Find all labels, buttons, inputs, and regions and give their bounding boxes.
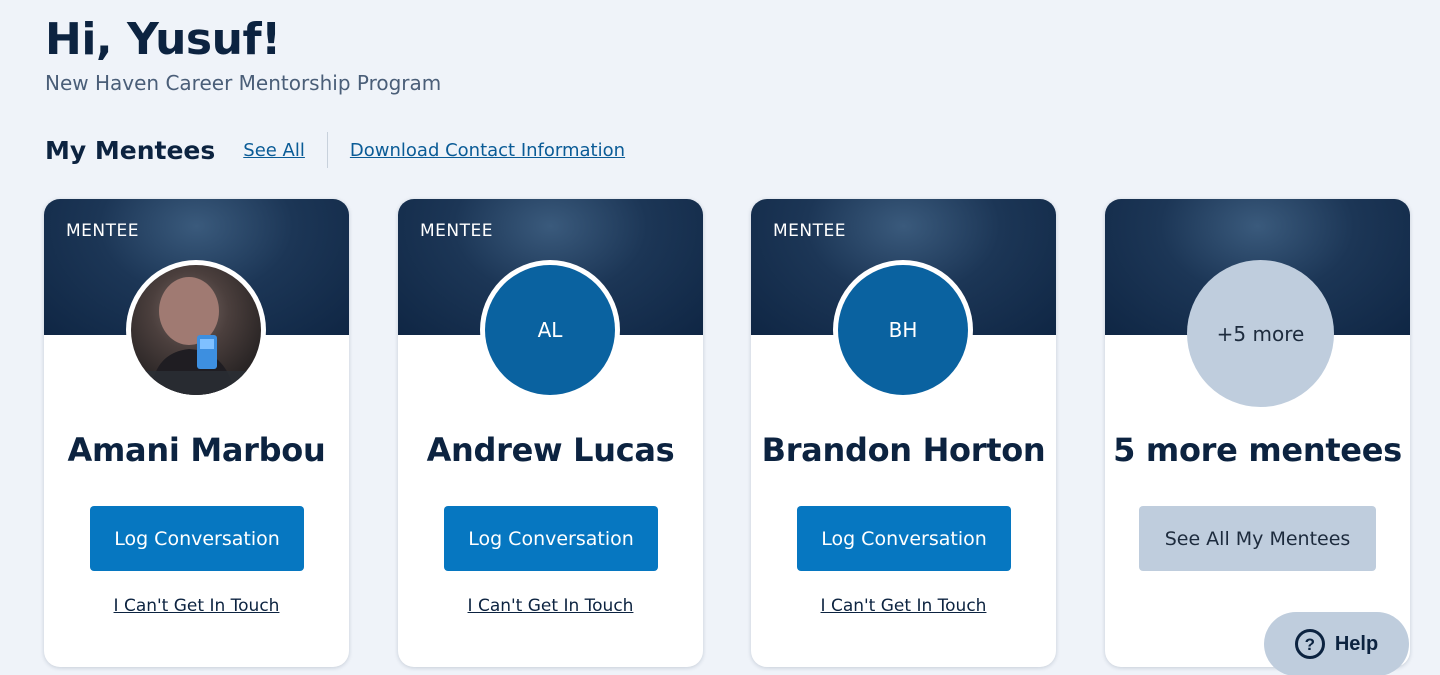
section-title: My Mentees: [45, 135, 216, 165]
cant-get-in-touch-link[interactable]: I Can't Get In Touch: [398, 596, 703, 616]
mentee-tag: MENTEE: [420, 221, 493, 241]
avatar-image: [131, 277, 261, 395]
mentee-card: MENTEE Amani Marbou Log Conversation I C…: [44, 199, 349, 667]
greeting-heading: Hi, Yusuf!: [45, 14, 281, 65]
more-count-badge: +5 more: [1187, 260, 1334, 407]
download-contact-link[interactable]: Download Contact Information: [350, 140, 625, 161]
log-conversation-button[interactable]: Log Conversation: [444, 506, 658, 571]
avatar-initials: BH: [838, 265, 968, 395]
avatar-ring: [126, 260, 266, 400]
cant-get-in-touch-link[interactable]: I Can't Get In Touch: [751, 596, 1056, 616]
mentee-name: Brandon Horton: [761, 431, 1046, 469]
mentee-tag: MENTEE: [773, 221, 846, 241]
more-mentees-card: +5 more 5 more mentees See All My Mentee…: [1105, 199, 1410, 667]
mentee-name: Andrew Lucas: [426, 431, 675, 469]
avatar-ring: AL: [480, 260, 620, 400]
mentee-name: Amani Marbou: [67, 431, 326, 469]
header-divider: [326, 132, 328, 168]
dashboard-page: Hi, Yusuf! New Haven Career Mentorship P…: [0, 0, 1440, 675]
see-all-mentees-button[interactable]: See All My Mentees: [1139, 506, 1376, 571]
mentee-card: MENTEE AL Andrew Lucas Log Conversation …: [398, 199, 703, 667]
help-button[interactable]: ? Help: [1264, 612, 1409, 675]
program-name: New Haven Career Mentorship Program: [45, 71, 442, 95]
log-conversation-button[interactable]: Log Conversation: [90, 506, 304, 571]
mentees-section-header: My Mentees See All Download Contact Info…: [45, 132, 625, 168]
cant-get-in-touch-link[interactable]: I Can't Get In Touch: [44, 596, 349, 616]
avatar-ring: BH: [833, 260, 973, 400]
question-circle-icon: ?: [1294, 629, 1325, 659]
avatar-photo: [131, 265, 261, 395]
see-all-link[interactable]: See All: [243, 140, 305, 161]
log-conversation-button[interactable]: Log Conversation: [797, 506, 1011, 571]
mentee-tag: MENTEE: [66, 221, 139, 241]
more-mentees-title: 5 more mentees: [1113, 431, 1402, 469]
mentee-card: MENTEE BH Brandon Horton Log Conversatio…: [751, 199, 1056, 667]
help-label: Help: [1334, 632, 1379, 655]
avatar-initials: AL: [485, 265, 615, 395]
